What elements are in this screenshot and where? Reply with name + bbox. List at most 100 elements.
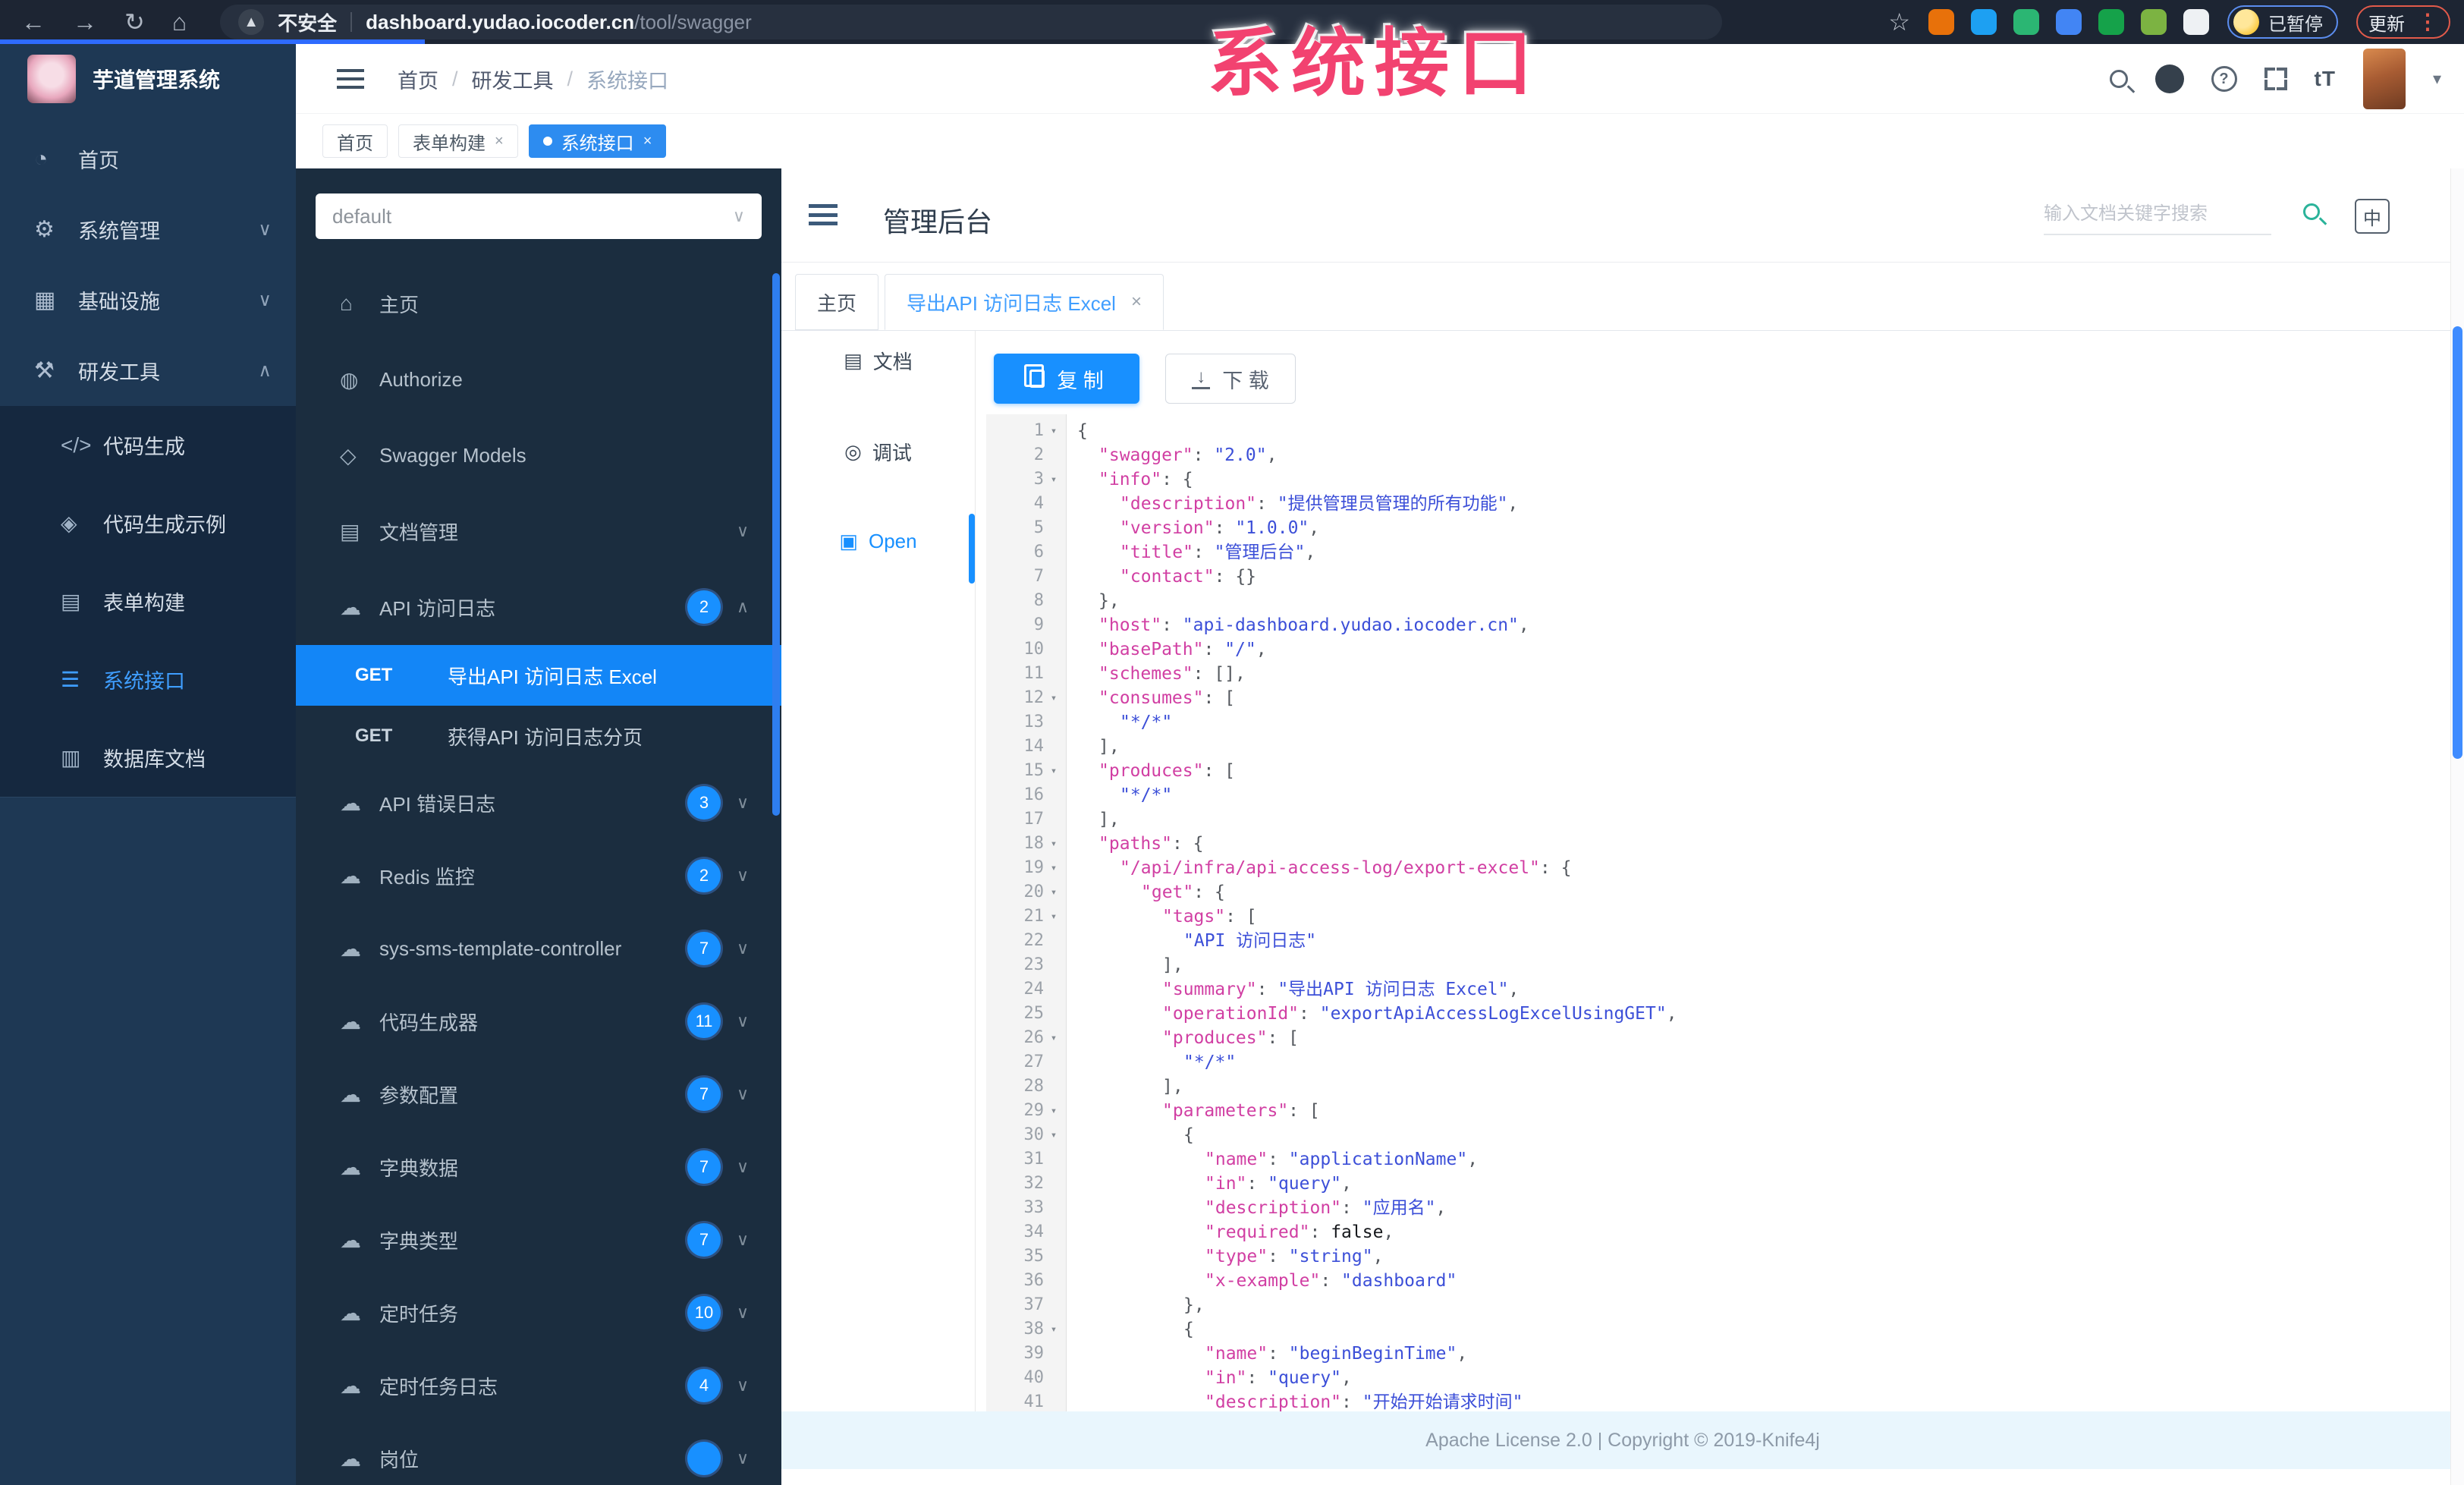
breadcrumb-item[interactable]: 研发工具 (472, 64, 554, 94)
doc-search-icon[interactable] (2303, 203, 2320, 220)
group-select[interactable]: default ∨ (316, 193, 762, 239)
tab-主页[interactable]: 主页 (795, 274, 879, 330)
sidebar-item-系统管理[interactable]: ⚙ 系统管理 ∨ (0, 194, 296, 265)
font-size-icon[interactable]: tT (2315, 67, 2336, 91)
reload-icon[interactable]: ↻ (124, 10, 145, 34)
github-icon[interactable] (2154, 64, 2184, 93)
close-icon[interactable]: × (495, 133, 504, 150)
doc-search-field[interactable] (2044, 194, 2271, 235)
copy-button[interactable]: 复 制 (994, 354, 1139, 404)
api-group-定时任务日志[interactable]: ☁ 定时任务日志 4 ∨ (296, 1349, 781, 1422)
tab-导出API 访问日志 Excel[interactable]: 导出API 访问日志 Excel × (885, 274, 1164, 330)
fold-icon[interactable]: ▾ (1044, 856, 1064, 880)
fold-icon[interactable]: ▾ (1044, 832, 1064, 856)
fullscreen-icon[interactable] (2264, 68, 2287, 90)
line-number: 24 (1023, 980, 1045, 999)
code-line: 28], (986, 1074, 2441, 1099)
sidebar-item-表单构建[interactable]: ▤ 表单构建 (0, 562, 296, 640)
doc-search-input[interactable] (2044, 194, 2271, 234)
api-endpoint-获得API 访问日志分页[interactable]: GET 获得API 访问日志分页 (296, 706, 781, 766)
search-icon[interactable] (2109, 70, 2128, 88)
line-gutter: 40 (986, 1366, 1067, 1390)
user-avatar[interactable] (2362, 49, 2406, 109)
browser-menu-icon[interactable]: ⋮ (2417, 11, 2438, 33)
bookmark-star-icon[interactable]: ☆ (1888, 8, 1910, 36)
code-text: "description": "提供管理员管理的所有功能", (1067, 492, 1518, 516)
api-group-Swagger Models[interactable]: ◇ Swagger Models (296, 417, 781, 493)
extension-gm[interactable] (2098, 9, 2124, 35)
download-button[interactable]: ↓ 下 载 (1165, 354, 1296, 404)
rail-item-Open[interactable]: ▣ Open (781, 524, 975, 558)
api-group-文档管理[interactable]: ▤ 文档管理 ∨ (296, 493, 781, 569)
sidebar-item-label: 基础设施 (78, 291, 160, 313)
fold-icon[interactable]: ▾ (1044, 759, 1064, 783)
api-group-字典类型[interactable]: ☁ 字典类型 7 ∨ (296, 1203, 781, 1276)
main-scrollbar-thumb[interactable] (2453, 326, 2462, 759)
fold-icon[interactable]: ▾ (1044, 1317, 1064, 1342)
api-endpoint-导出API 访问日志 Excel[interactable]: GET 导出API 访问日志 Excel (296, 645, 781, 706)
rail-item-文档[interactable]: ▤ 文档 (781, 343, 975, 378)
sidebar-item-代码生成示例[interactable]: ◈ 代码生成示例 (0, 484, 296, 562)
api-group-sys-sms-template-controller[interactable]: ☁ sys-sms-template-controller 7 ∨ (296, 912, 781, 985)
http-method-label: GET (355, 725, 393, 746)
api-group-代码生成器[interactable]: ☁ 代码生成器 11 ∨ (296, 985, 781, 1058)
breadcrumb-item[interactable]: 系统接口 (586, 64, 668, 94)
api-group-Redis 监控[interactable]: ☁ Redis 监控 2 ∨ (296, 839, 781, 912)
language-icon[interactable]: 中 (2355, 199, 2390, 234)
fold-icon[interactable]: ▾ (1044, 419, 1064, 443)
token-k: "get" (1141, 883, 1194, 902)
api-group-API 错误日志[interactable]: ☁ API 错误日志 3 ∨ (296, 766, 781, 839)
fold-icon[interactable]: ▾ (1044, 686, 1064, 710)
sidebar-item-数据库文档[interactable]: ▥ 数据库文档 (0, 719, 296, 797)
address-bar[interactable]: ▲ 不安全 dashboard.yudao.iocoder.cn/tool/sw… (220, 5, 1723, 39)
logo-row[interactable]: 芋道管理系统 (0, 44, 296, 114)
sidebar-item-代码生成[interactable]: </> 代码生成 (0, 406, 296, 484)
sidebar-item-首页[interactable]: ◔ 首页 (0, 124, 296, 194)
back-icon[interactable]: ← (21, 10, 46, 34)
api-group-Authorize[interactable]: ◍ Authorize (296, 341, 781, 417)
extension-grid[interactable] (2056, 9, 2082, 35)
chevron-down-icon[interactable]: ▾ (2433, 69, 2441, 89)
sidebar-collapse-icon[interactable] (337, 69, 364, 89)
fold-icon[interactable]: ▾ (1044, 1026, 1064, 1050)
token-p: ], (1162, 955, 1183, 975)
sidebar-item-研发工具[interactable]: ⚒ 研发工具 ∧ (0, 335, 296, 406)
panel-scrollbar-thumb[interactable] (772, 273, 780, 816)
sidebar-item-基础设施[interactable]: ▦ 基础设施 ∨ (0, 265, 296, 335)
home-icon[interactable]: ⌂ (172, 10, 187, 34)
fold-icon[interactable]: ▾ (1044, 880, 1064, 905)
api-group-字典数据[interactable]: ☁ 字典数据 7 ∨ (296, 1131, 781, 1203)
extension-green-circle[interactable] (2013, 9, 2039, 35)
fold-icon[interactable]: ▾ (1044, 1099, 1064, 1123)
extension-paw[interactable] (2183, 9, 2209, 35)
api-group-API 访问日志[interactable]: ☁ API 访问日志 2 ∧ (296, 569, 781, 645)
extension-leaf[interactable] (2141, 9, 2167, 35)
view-tag-系统接口[interactable]: 系统接口 × (528, 124, 667, 158)
breadcrumb-item[interactable]: 首页 (398, 64, 438, 94)
forward-icon[interactable]: → (73, 10, 97, 34)
main-scrollbar[interactable] (2450, 168, 2464, 1485)
fold-icon[interactable]: ▾ (1044, 1123, 1064, 1147)
view-tag-表单构建[interactable]: 表单构建 × (398, 124, 518, 158)
close-icon[interactable]: × (1131, 291, 1142, 313)
fold-icon[interactable]: ▾ (1044, 467, 1064, 492)
rail-item-调试[interactable]: ◎ 调试 (781, 434, 975, 469)
api-group-岗位[interactable]: ☁ 岗位 ∨ (296, 1422, 781, 1485)
menu-collapse-icon[interactable] (809, 204, 838, 225)
api-group-参数配置[interactable]: ☁ 参数配置 7 ∨ (296, 1058, 781, 1131)
browser-update-button[interactable]: 更新 ⋮ (2356, 5, 2450, 39)
paused-extension-pill[interactable]: 已暂停 (2227, 5, 2338, 39)
code-editor[interactable]: 1 ▾{2 "swagger": "2.0", 3 ▾ "info": {4 "descri… (986, 414, 2441, 1411)
api-group-定时任务[interactable]: ☁ 定时任务 10 ∨ (296, 1276, 781, 1349)
extension-drop[interactable] (1971, 9, 1997, 35)
code-text: { (1067, 1317, 1194, 1342)
token-p: { (1183, 1320, 1194, 1339)
help-icon[interactable]: ? (2211, 66, 2237, 92)
sidebar-item-系统接口[interactable]: ☰ 系统接口 (0, 640, 296, 719)
api-group-主页[interactable]: ⌂ 主页 (296, 266, 781, 341)
security-warning-icon[interactable]: ▲ (238, 9, 265, 35)
view-tag-首页[interactable]: 首页 (322, 124, 388, 158)
fold-icon[interactable]: ▾ (1044, 905, 1064, 929)
extension-orange[interactable] (1928, 9, 1954, 35)
close-icon[interactable]: × (643, 133, 652, 150)
